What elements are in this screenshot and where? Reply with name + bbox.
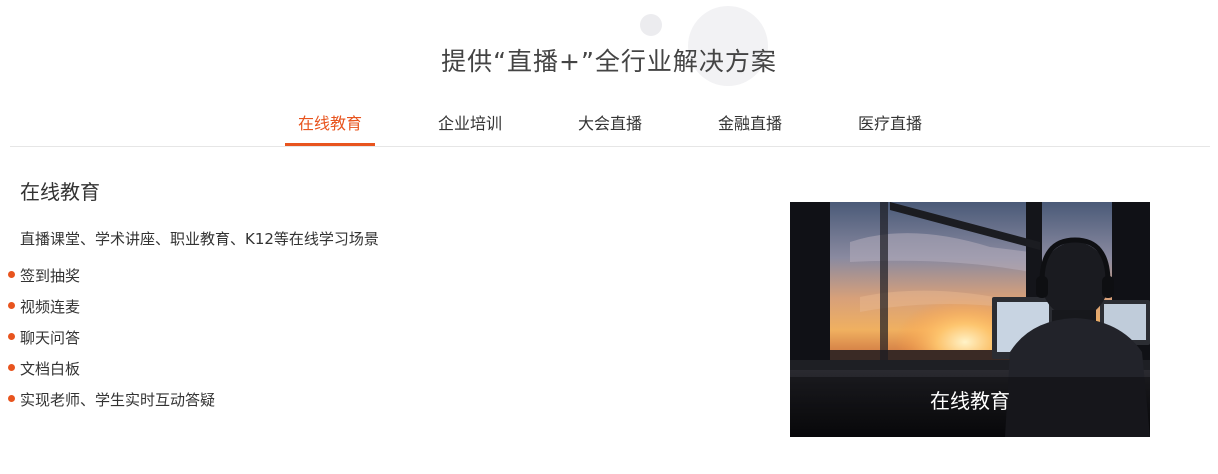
feature-label: 聊天问答	[20, 329, 81, 347]
tab-enterprise-training[interactable]: 企业培训	[425, 104, 515, 146]
panel-heading: 在线教育	[20, 180, 100, 204]
decorative-circle-small	[640, 14, 662, 36]
feature-item: 文档白板	[8, 357, 215, 388]
feature-label: 视频连麦	[20, 298, 81, 316]
feature-list: 签到抽奖 视频连麦 聊天问答 文档白板 实现老师、学生实时互动答疑	[8, 264, 215, 419]
scenario-image: 在线教育	[790, 202, 1150, 437]
image-caption: 在线教育	[930, 389, 1010, 413]
panel-description: 直播课堂、学术讲座、职业教育、K12等在线学习场景	[20, 230, 379, 248]
section-title: 提供“直播+”全行业解决方案	[441, 47, 777, 76]
bullet-dot-icon	[8, 271, 15, 278]
tab-online-education[interactable]: 在线教育	[285, 104, 375, 146]
bullet-dot-icon	[8, 302, 15, 309]
tab-conference-live[interactable]: 大会直播	[565, 104, 655, 146]
feature-label: 文档白板	[20, 360, 81, 378]
feature-item: 视频连麦	[8, 295, 215, 326]
tab-medical-live[interactable]: 医疗直播	[845, 104, 935, 146]
feature-label: 签到抽奖	[20, 267, 81, 285]
feature-item: 实现老师、学生实时互动答疑	[8, 388, 215, 419]
solution-tabs: 在线教育 企业培训 大会直播 金融直播 医疗直播	[0, 104, 1218, 146]
bullet-dot-icon	[8, 333, 15, 340]
tabs-divider	[10, 146, 1210, 147]
feature-item: 签到抽奖	[8, 264, 215, 295]
feature-label: 实现老师、学生实时互动答疑	[20, 391, 216, 409]
tab-finance-live[interactable]: 金融直播	[705, 104, 795, 146]
bullet-dot-icon	[8, 364, 15, 371]
bullet-dot-icon	[8, 395, 15, 402]
feature-item: 聊天问答	[8, 326, 215, 357]
